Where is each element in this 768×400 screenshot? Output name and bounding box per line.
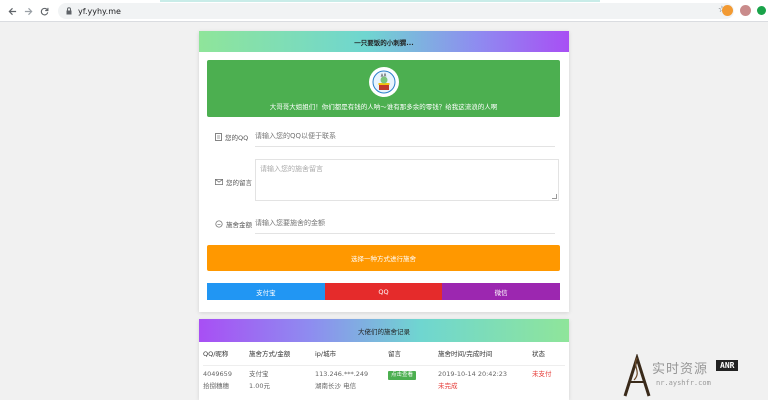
cell-status: 未支付 [532, 370, 552, 378]
col-header-time: 施舍时间/完成时间 [438, 350, 493, 358]
cell-method: 支付宝 1.00元 [249, 368, 315, 392]
records-card-header: 大佬们的施舍记录 [199, 319, 569, 342]
cell-done-time: 未完成 [438, 382, 458, 390]
update-icon[interactable] [757, 6, 766, 15]
address-bar[interactable]: yf.yyhy.me ☆ [58, 3, 734, 19]
cell-nickname: 拾捌穗穗 [203, 382, 229, 390]
user-icon [215, 133, 222, 141]
watermark: 实时资源 ANR nr.ayshfr.com [622, 353, 768, 400]
message-textarea[interactable]: 请输入您的施舍留言 [255, 159, 559, 201]
col-header-qq: QQ/昵称 [203, 350, 229, 358]
cell-donate-time: 2019-10-14 20:42:23 [438, 370, 508, 378]
lock-icon [66, 7, 72, 15]
tab-strip-accent [160, 0, 600, 2]
qq-pay-button[interactable]: QQ [324, 283, 443, 300]
hero-message: 大哥哥大姐姐们！你们都是有钱的人呐～谁有那多余的零钱？给我这流浪的人啊 [269, 103, 498, 111]
back-button[interactable] [5, 4, 19, 18]
records-table-header: QQ/昵称 施舍方式/金额 ip/城市 留言 施舍时间/完成时间 状态 [203, 348, 565, 366]
records-title: 大佬们的施舍记录 [358, 327, 410, 336]
reload-button[interactable] [37, 4, 51, 18]
amount-label-text: 施舍金额 [226, 221, 252, 229]
message-label-text: 您的留言 [226, 179, 252, 187]
watermark-logo [623, 353, 651, 397]
hedgehog-avatar-icon [368, 67, 399, 97]
message-label: 您的留言 [215, 177, 255, 187]
qq-label: 您的QQ [215, 132, 255, 142]
col-header-status: 状态 [532, 350, 545, 358]
browser-toolbar: yf.yyhy.me ☆ [0, 0, 768, 22]
qq-label-text: 您的QQ [225, 134, 249, 142]
cell-ip: 113.246.***.249 湖南长沙 电信 [315, 368, 388, 392]
message-placeholder: 请输入您的施舍留言 [260, 165, 323, 173]
records-card: 大佬们的施舍记录 QQ/昵称 施舍方式/金额 ip/城市 留言 施舍时间/完成时… [199, 319, 569, 400]
donate-card: 一只要饭的小刺猬... 大哥哥大姐姐们！你们都是有钱的人呐～谁有那多余的零钱？给… [199, 31, 569, 312]
table-row: 4049659 拾捌穗穗 支付宝 1.00元 113.246.***.249 湖… [203, 368, 565, 392]
cell-qq: 4049659 拾捌穗穗 [203, 368, 249, 392]
hero-banner: 大哥哥大姐姐们！你们都是有钱的人呐～谁有那多余的零钱？给我这流浪的人啊 [207, 60, 560, 117]
qq-input[interactable] [255, 132, 555, 147]
cell-qq-number: 4049659 [203, 370, 232, 378]
cell-method-name: 支付宝 [249, 370, 269, 378]
cell-message: 点击查看 [388, 368, 438, 392]
message-field-row: 您的留言 请输入您的施舍留言 [215, 159, 559, 201]
alipay-button[interactable]: 支付宝 [207, 283, 325, 300]
col-header-message: 留言 [388, 350, 401, 358]
arrow-right-icon [24, 7, 32, 15]
wechat-pay-button[interactable]: 微信 [442, 283, 561, 300]
watermark-text: 实时资源 [652, 362, 709, 377]
qq-field-row: 您的QQ [215, 132, 555, 147]
url-text: yf.yyhy.me [78, 6, 121, 16]
resize-grip-icon[interactable] [552, 194, 557, 199]
amount-input[interactable] [255, 219, 555, 234]
cell-ip-address: 113.246.***.249 [315, 370, 369, 378]
arrow-left-icon [8, 7, 16, 15]
reload-icon [40, 7, 48, 15]
donate-card-header: 一只要饭的小刺猬... [199, 31, 569, 52]
cell-amount: 1.00元 [249, 382, 270, 390]
extension-icon[interactable] [722, 5, 733, 16]
cell-time: 2019-10-14 20:42:23 未完成 [438, 368, 532, 392]
profile-avatar[interactable] [740, 5, 751, 16]
choose-method-button[interactable]: 选择一种方式进行施舍 [207, 245, 560, 271]
hand-coin-icon [215, 220, 223, 228]
col-header-ip: ip/城市 [315, 350, 337, 358]
amount-label: 施舍金额 [215, 219, 255, 229]
forward-button[interactable] [21, 4, 35, 18]
watermark-tag: ANR [716, 360, 739, 371]
watermark-url: nr.ayshfr.com [656, 379, 711, 387]
view-message-button[interactable]: 点击查看 [388, 371, 417, 380]
amount-field-row: 施舍金额 [215, 219, 555, 234]
envelope-icon [215, 179, 223, 185]
col-header-method: 施舍方式/金额 [249, 350, 291, 358]
cell-city: 湖南长沙 电信 [315, 382, 357, 390]
payment-method-row: 支付宝 QQ 微信 [207, 283, 561, 300]
